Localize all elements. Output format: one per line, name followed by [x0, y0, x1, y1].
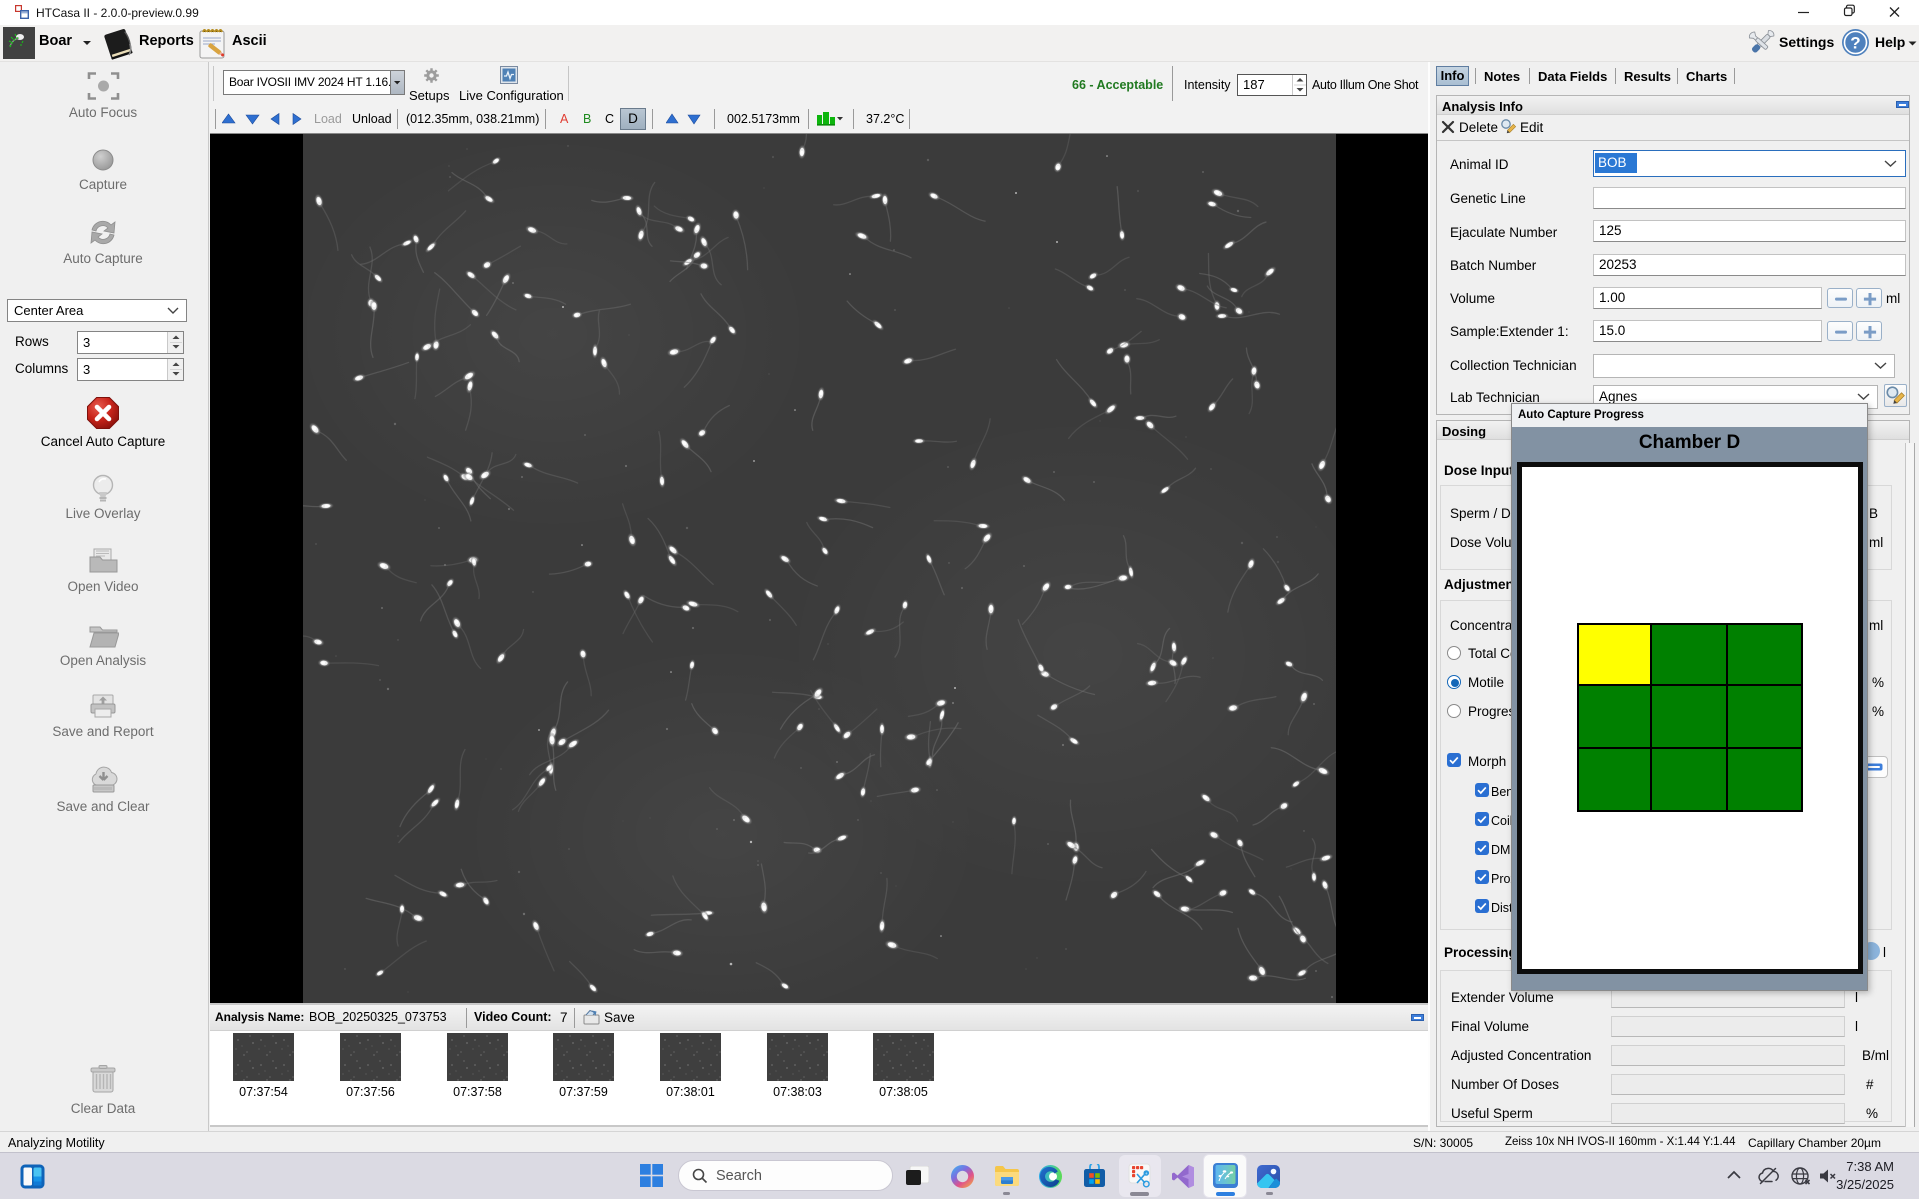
- svg-text:?: ?: [1850, 34, 1860, 53]
- svg-text:+: +: [1145, 1171, 1148, 1176]
